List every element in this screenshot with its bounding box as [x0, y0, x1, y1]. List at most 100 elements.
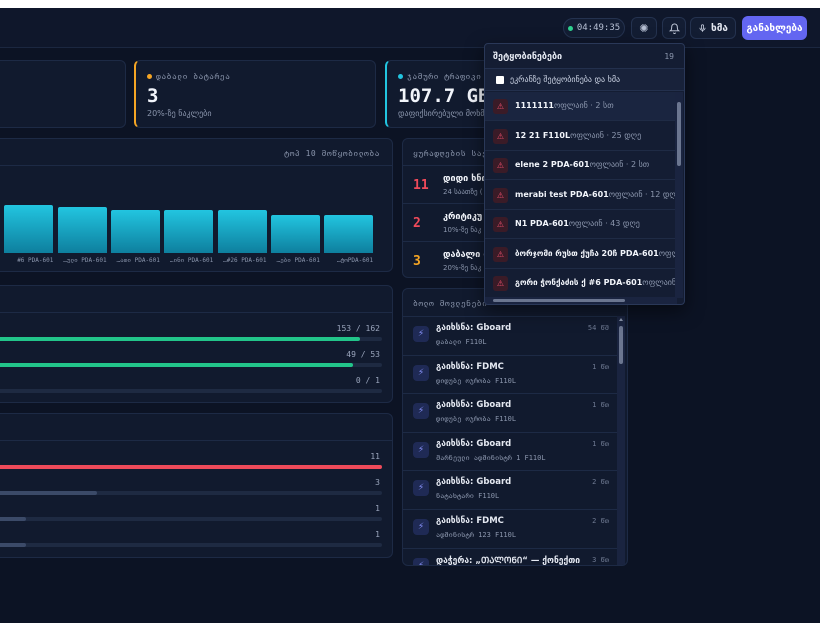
screen-sound-toggle[interactable]: ეკრანზე შეტყობინება და ხმა	[485, 69, 684, 91]
bar[interactable]	[324, 215, 374, 253]
progress-count: 153 / 162	[336, 324, 380, 333]
bolt-icon: ⚡	[413, 364, 429, 381]
theme-toggle-button[interactable]: ✺	[631, 17, 657, 39]
status-dot	[398, 74, 403, 79]
alert-sub: 10%-ზე ნაკ	[443, 226, 482, 234]
divider	[0, 165, 392, 166]
notification-name: 1111111	[515, 101, 554, 110]
stat-card-low-battery: დაბალი ბატარეა 3 20%-ზე ნაკლები	[134, 60, 376, 128]
activity-title: გაიხსნა: Gboard	[436, 323, 512, 333]
notification-item[interactable]: ⚠ 12 21 F110Lოფლაინ · 25 დღე	[485, 122, 676, 151]
bolt-icon: ⚡	[413, 557, 429, 565]
notification-meta: ოფლაინ · 2 სთ	[589, 160, 650, 169]
activity-item[interactable]: ⚡ გაიხსნა: Gboard მარნეული ადმინისტრ 1 F11…	[403, 431, 617, 470]
activity-item[interactable]: ⚡ გაიხსნა: Gboard ნატახტარი F110L 2 წთ	[403, 470, 617, 508]
activity-time: 2 წთ	[592, 478, 609, 487]
alert-count: 11	[413, 178, 429, 193]
bar-chart	[0, 199, 392, 253]
stat-value: 107.7 GB	[398, 85, 490, 107]
connection-progress-panel: 153 / 162 49 / 53 0 / 1	[0, 285, 393, 403]
activity-time: 2 წთ	[592, 517, 609, 525]
stat-card-partial	[0, 60, 126, 128]
warning-icon: ⚠	[493, 187, 508, 203]
scroll-up-arrow[interactable]	[619, 318, 623, 321]
bar-label: #6 PDA-601	[17, 257, 54, 264]
notifications-header: შეტყობინებები 19	[485, 44, 684, 69]
activity-title: გაიხსნა: Gboard	[436, 477, 512, 488]
notifications-dropdown: შეტყობინებები 19 ეკრანზე შეტყობინება და …	[484, 43, 685, 305]
notifications-scrollbar[interactable]	[675, 92, 683, 298]
notification-item[interactable]: ⚠ ბორჯომი რუსთ ქუჩა 20ჩ PDA-601ოფლაი · 2 …	[485, 240, 676, 269]
warning-icon: ⚠	[493, 128, 508, 144]
scrollbar-thumb[interactable]	[619, 326, 623, 364]
bar[interactable]	[270, 215, 320, 253]
alert-title: დიდი ხნი	[443, 174, 487, 184]
bar[interactable]	[110, 209, 160, 253]
notification-name: გორი ჭონქაძის ქ #6 PDA-601	[515, 278, 643, 287]
stat-label: ჯამური ტრაფიკი	[407, 72, 482, 81]
notifications-hscrollbar[interactable]	[485, 297, 677, 304]
progress-fill	[0, 363, 353, 367]
notification-meta: ოფლაინ · 2 სთ	[553, 101, 614, 110]
voice-button[interactable]: ხმა	[690, 17, 736, 39]
bar[interactable]	[4, 205, 54, 253]
activity-sub: ნატახტარი F110L	[436, 492, 500, 501]
notifications-button[interactable]	[662, 17, 686, 39]
bar[interactable]	[164, 210, 214, 253]
alert-sub: 24 საათზე (	[443, 188, 483, 196]
checkbox-label: ეკრანზე შეტყობინება და ხმა	[510, 75, 621, 84]
notification-item[interactable]: ⚠ N1 PDA-601ოფლაინ · 43 დღე	[485, 210, 676, 239]
activity-item[interactable]: ⚡ გაიხსნა: Gboard დიდუბე ოჯრობა F110L 1 წთ	[403, 393, 617, 431]
activity-item[interactable]: ⚡ გაიხსნა: Gboard დაბალი F110L 54 წმ	[403, 316, 617, 354]
stat-value: 3	[147, 85, 159, 107]
stat-label: დაბალი ბატარეა	[156, 72, 231, 81]
activity-item[interactable]: ⚡ დაჭერა: „ᲗᲐᲚᲝᲜᲘ“ — ქონექთი 3 წთ	[403, 547, 617, 565]
activity-item[interactable]: ⚡ გაიხსნა: FDMC დიდუბე ოჯრობა F110L 1 წთ	[403, 354, 617, 393]
notification-item[interactable]: ⚠ გორი ჭონქაძის ქ #6 PDA-601ოფლაინ · 38 დ…	[485, 269, 676, 298]
notification-item[interactable]: ⚠ 1111111ოფლაინ · 2 სთ	[485, 92, 676, 121]
stat-sub: დაფიქსირებული მოხმ	[398, 109, 485, 118]
notification-text: merabi test PDA-601ოფლაინ · 12 დღე	[515, 190, 676, 199]
bolt-icon: ⚡	[413, 441, 429, 458]
notification-text: ბორჯომი რუსთ ქუჩა 20ჩ PDA-601ოფლაი · 2 ს…	[515, 249, 676, 258]
clock-badge: 04:49:35	[563, 18, 625, 38]
activity-sub: დაბალი F110L	[436, 338, 487, 346]
notification-item[interactable]: ⚠ merabi test PDA-601ოფლაინ · 12 დღე	[485, 181, 676, 210]
divider	[0, 440, 392, 441]
warning-icon: ⚠	[493, 246, 508, 262]
checkbox[interactable]	[496, 76, 504, 84]
notification-item[interactable]: ⚠ elene 2 PDA-601ოფლაინ · 2 სთ	[485, 151, 676, 180]
scrollbar-thumb[interactable]	[493, 299, 625, 302]
notification-text: 12 21 F110Lოფლაინ · 25 დღე	[515, 131, 641, 140]
notification-name: N1 PDA-601	[515, 219, 569, 228]
scrollbar-thumb[interactable]	[677, 102, 681, 166]
activity-sub: მარნეული ადმინისტრ 1 F110L	[436, 453, 546, 462]
progress-count: 3	[375, 478, 380, 487]
notification-meta: ოფლაინ · 43 დღე	[568, 219, 640, 228]
online-dot	[567, 25, 573, 31]
notification-text: გორი ჭონქაძის ქ #6 PDA-601ოფლაინ · 38 დღ…	[515, 278, 676, 287]
activity-sub: დიდუბე ოჯრობა F110L	[436, 376, 517, 385]
status-dot	[147, 74, 152, 79]
notifications-title: შეტყობინებები	[493, 52, 563, 62]
notification-name: 12 21 F110L	[515, 130, 571, 140]
warning-icon: ⚠	[493, 158, 508, 173]
bar-label: …ტოPDA-601	[336, 257, 374, 264]
activity-scrollbar[interactable]	[617, 316, 625, 565]
alert-sub: 20%-ზე ნაკ	[443, 264, 482, 272]
notification-name: merabi test PDA-601	[515, 189, 609, 199]
bar[interactable]	[217, 210, 267, 253]
progress-track	[0, 491, 382, 495]
stat-sub: 20%-ზე ნაკლები	[147, 109, 212, 118]
notification-text: elene 2 PDA-601ოფლაინ · 2 სთ	[515, 160, 649, 169]
activity-title: გაიხსნა: FDMC	[436, 516, 504, 526]
bolt-icon: ⚡	[413, 326, 429, 342]
microphone-icon	[699, 23, 706, 32]
notification-meta: ოფლაინ · 38 დღე	[642, 278, 676, 287]
bar[interactable]	[57, 206, 107, 253]
update-button[interactable]: განახლება	[742, 16, 807, 40]
activity-item[interactable]: ⚡ გაიხსნა: FDMC ადმინისტრ 123 F110L 2 წთ	[403, 509, 617, 547]
warning-icon: ⚠	[493, 99, 508, 114]
progress-fill	[0, 465, 382, 469]
activity-list[interactable]: ⚡ გაიხსნა: Gboard დაბალი F110L 54 წმ ⚡ გაიხსნ…	[403, 316, 617, 565]
